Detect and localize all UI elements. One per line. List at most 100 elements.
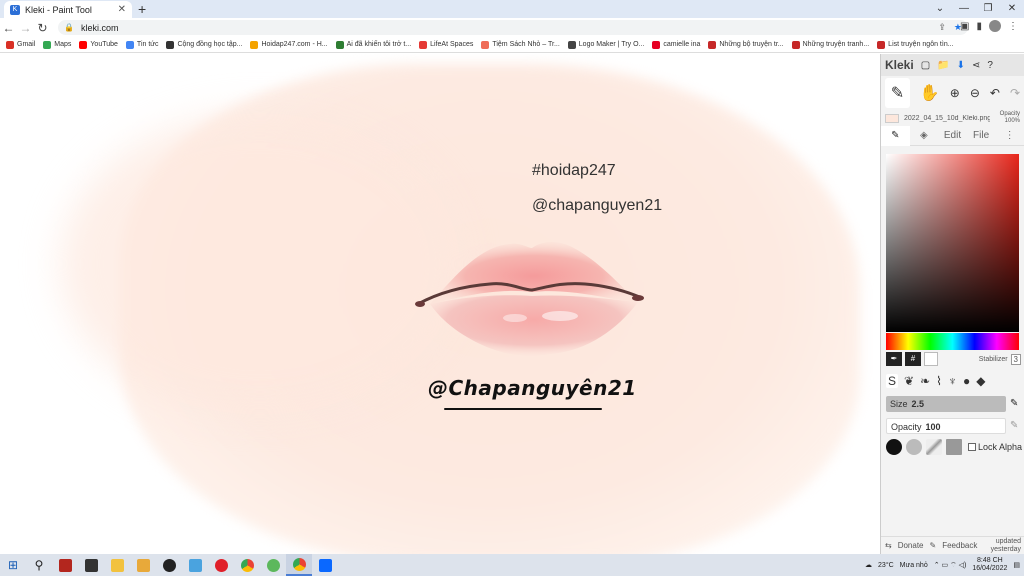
donate-link[interactable]: Donate <box>898 541 924 550</box>
clock[interactable]: 8:48 CH 16/04/2022 <box>972 557 1007 573</box>
tab-brush-icon[interactable]: ✎ <box>881 125 910 146</box>
opacity-pressure-icon[interactable]: ✎ <box>1010 420 1018 431</box>
app-icon-2[interactable] <box>130 554 156 576</box>
bookmark-item[interactable]: Maps <box>43 40 71 49</box>
size-pressure-icon[interactable]: ✎ <box>1010 398 1018 409</box>
redo-icon[interactable]: ↷ <box>1010 86 1020 100</box>
bookmark-item[interactable]: Tiệm Sách Nhỏ – Tr... <box>481 40 560 49</box>
restore-button[interactable]: ❐ <box>976 0 1000 18</box>
browser-titlebar: K Kleki - Paint Tool ✕ + ⌄ — ❐ ✕ <box>0 0 1024 18</box>
bookmark-item[interactable]: Gmail <box>6 40 35 49</box>
tray-icons[interactable]: ⌃ ▭ ⌔ ◁) <box>934 561 967 570</box>
bookmark-label: Hoidap247.com - H... <box>261 41 328 48</box>
chrome-icon[interactable] <box>234 554 260 576</box>
tab-layers-icon[interactable]: ◈ <box>910 130 939 141</box>
lock-alpha-checkbox[interactable]: Lock Alpha <box>968 442 1022 452</box>
sketchy-brush-icon[interactable]: ❧ <box>920 374 930 388</box>
bookmark-item[interactable]: Hoidap247.com - H... <box>250 40 328 49</box>
bookmark-item[interactable]: Những truyện tranh... <box>791 40 869 49</box>
file-explorer-icon[interactable] <box>104 554 130 576</box>
hand-tool-icon[interactable]: ✋ <box>920 83 940 103</box>
zoom-in-icon[interactable]: ⊕ <box>950 86 960 100</box>
bookmark-item[interactable]: Tin tức <box>125 40 158 49</box>
brush-types: S ❦ ❧ ⌇ ♆ ● ◆ <box>883 372 1023 390</box>
notifications-icon[interactable]: ▤ <box>1013 561 1020 569</box>
bookmark-item[interactable]: Những bộ truyện tr... <box>708 40 784 49</box>
zoom-out-icon[interactable]: ⊖ <box>970 86 980 100</box>
size-slider[interactable]: Size 2.5 <box>886 396 1006 412</box>
download-icon[interactable]: ⬇ <box>957 60 965 71</box>
round-hard-tip-icon[interactable] <box>886 439 902 455</box>
minimize-button[interactable]: — <box>952 0 976 18</box>
menu-kebab-icon[interactable]: ⋮ <box>1008 21 1018 32</box>
app-icon-4[interactable] <box>182 554 208 576</box>
lock-alpha-box[interactable] <box>968 443 976 451</box>
weather-temp[interactable]: 23°C <box>878 562 894 569</box>
stabilizer-select[interactable]: 3 <box>1010 353 1021 365</box>
tab-more-icon[interactable]: ⋮ <box>995 130 1024 141</box>
open-folder-icon[interactable]: 📁 <box>937 60 949 71</box>
blend-brush-icon[interactable]: ❦ <box>904 374 914 388</box>
share-icon[interactable]: ⋖ <box>972 60 980 71</box>
app-icon-1[interactable] <box>52 554 78 576</box>
undo-icon[interactable]: ↶ <box>990 86 1000 100</box>
drawing-canvas[interactable]: #hoidap247 @chapanguyen21 @Chapanguyên21 <box>0 54 880 554</box>
updated-note[interactable]: updated yesterday <box>991 538 1021 554</box>
back-arrow-icon[interactable]: ← <box>0 21 17 35</box>
swap-layout-icon[interactable]: ⇆ <box>885 541 892 550</box>
side-panel-icon[interactable]: ▣ <box>960 21 969 32</box>
lock-icon[interactable]: 🔒 <box>64 23 74 32</box>
close-tab-icon[interactable]: ✕ <box>118 4 126 15</box>
bookmark-favicon-icon <box>708 40 717 49</box>
search-icon[interactable]: ⚲ <box>26 554 52 576</box>
browser-tab-kleki[interactable]: K Kleki - Paint Tool ✕ <box>4 1 132 18</box>
opacity-slider[interactable]: Opacity 100 <box>886 418 1006 434</box>
close-window-button[interactable]: ✕ <box>1000 0 1024 18</box>
bookmark-item[interactable]: LifeAt Spaces <box>419 40 473 49</box>
app-icon-3[interactable] <box>156 554 182 576</box>
address-bar[interactable]: 🔒 kleki.com ⇪ ★ <box>58 20 968 35</box>
file-name: 2022_04_15_10d_Kleki.png <box>904 114 990 122</box>
opera-icon[interactable] <box>208 554 234 576</box>
kleki-logo: Kleki <box>885 58 914 72</box>
smudge-brush-icon[interactable]: ● <box>963 374 970 388</box>
chisel-tip-icon[interactable] <box>926 439 942 455</box>
share-icon[interactable]: ⇪ <box>938 22 946 33</box>
round-soft-tip-icon[interactable] <box>906 439 922 455</box>
chemy-brush-icon[interactable]: ♆ <box>948 374 957 388</box>
profile-avatar[interactable] <box>989 20 1001 32</box>
bookmark-item[interactable]: Logo Maker | Try O... <box>567 40 644 49</box>
eraser-icon[interactable]: ◆ <box>976 374 985 388</box>
new-tab-button[interactable]: + <box>138 1 146 17</box>
color-picker-square[interactable] <box>886 154 1019 332</box>
app-icon-5[interactable] <box>260 554 286 576</box>
feedback-link[interactable]: Feedback <box>942 541 977 550</box>
pixel-brush-icon[interactable]: ⌇ <box>936 374 942 388</box>
zalo-icon[interactable] <box>312 554 338 576</box>
bookmark-item[interactable]: YouTube <box>79 40 118 49</box>
bookmark-item[interactable]: camielle ina <box>652 40 700 49</box>
new-image-icon[interactable]: ▢ <box>921 60 930 71</box>
secondary-color-swatch[interactable] <box>924 352 938 366</box>
bookmark-item[interactable]: Ai đã khiến tôi trở t... <box>335 40 411 49</box>
bookmark-item[interactable]: Cộng đồng học tập... <box>166 40 242 49</box>
bookmark-item[interactable]: List truyện ngôn tìn... <box>877 40 954 49</box>
brush-tool-icon[interactable]: ✎ <box>885 78 910 108</box>
windows-start-icon[interactable]: ⊞ <box>0 554 26 576</box>
hue-slider[interactable] <box>886 333 1019 350</box>
extensions-icon[interactable]: ▮ <box>976 21 982 32</box>
weather-desc[interactable]: Mưa nhỏ <box>900 562 928 569</box>
forward-arrow-icon[interactable]: → <box>17 21 34 35</box>
reload-icon[interactable]: ↻ <box>34 21 51 35</box>
tab-edit[interactable]: Edit <box>938 130 967 141</box>
tab-search-icon[interactable]: ⌄ <box>928 0 952 18</box>
pen-brush-icon[interactable]: S <box>886 374 899 388</box>
photos-icon[interactable] <box>78 554 104 576</box>
help-icon[interactable]: ? <box>987 60 993 71</box>
eyedropper-icon[interactable]: ✒ <box>886 352 902 366</box>
hex-input-button[interactable]: # <box>905 352 921 366</box>
layer-row[interactable]: 2022_04_15_10d_Kleki.png Opacity 100% <box>881 110 1024 126</box>
tab-file[interactable]: File <box>967 130 996 141</box>
chrome-active-icon[interactable] <box>286 554 312 576</box>
square-tip-icon[interactable] <box>946 439 962 455</box>
